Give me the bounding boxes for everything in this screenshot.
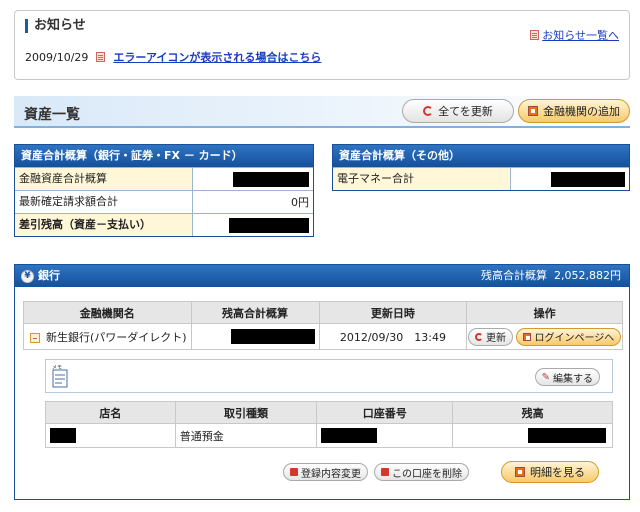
collapse-icon[interactable] [30, 332, 40, 343]
document-icon [96, 52, 106, 62]
column-header: 残高 [452, 401, 613, 424]
login-label: ログインページへ [534, 333, 615, 344]
refresh-all-button[interactable]: 全てを更新 [402, 99, 514, 123]
column-header: 操作 [466, 301, 623, 324]
edit-button[interactable]: ✎ 編集する [534, 368, 600, 386]
arrow-icon [381, 468, 389, 476]
summary-label: 差引残高（資産－支払い） [15, 214, 193, 236]
summary-label: 金融資産合計概算 [15, 168, 193, 190]
change-registration-button[interactable]: 登録内容変更 [283, 463, 368, 481]
change-label: 登録内容変更 [301, 468, 361, 480]
bank-header: ¥ 銀行 残高合計概算 2,052,882円 [15, 265, 629, 287]
login-icon [523, 332, 532, 341]
type-cell: 普通預金 [174, 423, 318, 448]
masked-value [229, 217, 309, 233]
document-icon [530, 30, 540, 40]
notice-title: お知らせ [25, 19, 86, 33]
edit-label: 編集する [553, 373, 593, 385]
refresh-icon [474, 332, 483, 341]
summary-left-header: 資産合計概算（銀行・証券・FX － カード） [15, 145, 313, 167]
login-page-button[interactable]: ログインページへ [516, 327, 622, 346]
summary-value: 0円 [291, 196, 309, 209]
notice-list-link[interactable]: お知らせ一覧へ [530, 27, 619, 43]
summary-row: 差引残高（資産－支払い） [15, 213, 313, 236]
bank-total: 残高合計概算 2,052,882円 [481, 265, 621, 287]
acct-balance-cell [452, 423, 613, 448]
branch-cell [45, 423, 176, 448]
notice-list-link-label: お知らせ一覧へ [542, 29, 619, 42]
view-details-button[interactable]: 明細を見る [501, 461, 599, 483]
bank-section: ¥ 銀行 残高合計概算 2,052,882円 金融機関名 残高合計概算 更新日時… [14, 264, 630, 500]
table-row: 普通預金 [45, 423, 613, 448]
column-header: 取引種類 [174, 401, 318, 424]
arrow-icon [290, 468, 298, 476]
update-button[interactable]: 更新 [467, 327, 513, 346]
delete-account-button[interactable]: この口座を削除 [374, 463, 469, 481]
add-icon [528, 106, 538, 116]
masked-value [528, 428, 606, 443]
summary-right: 資産合計概算（その他） 電子マネー合計 [332, 144, 630, 191]
coin-icon: ¥ [21, 269, 34, 283]
summary-label: 最新確定請求額合計 [15, 191, 193, 213]
add-institution-button[interactable]: 金融機関の追加 [518, 99, 630, 123]
masked-value [551, 171, 625, 187]
institution-name: 新生銀行(パワーダイレクト) [46, 330, 187, 344]
summary-label: 電子マネー合計 [333, 168, 511, 190]
summary-value [193, 168, 313, 190]
notice-date: 2009/10/29 [25, 50, 89, 64]
update-label: 更新 [485, 333, 506, 344]
account-table: 店名 取引種類 口座番号 残高 普通預金 [45, 401, 613, 448]
svg-text:メモ: メモ [52, 365, 62, 371]
actions-cell: 更新 ログインページへ [466, 323, 623, 350]
bank-total-value: 2,052,882円 [554, 269, 621, 282]
summary-right-header: 資産合計概算（その他） [333, 145, 629, 167]
memo-icon: メモ [52, 365, 68, 388]
masked-value [50, 428, 76, 443]
column-header: 残高合計概算 [190, 301, 320, 324]
masked-value [233, 171, 309, 187]
summary-row: 金融資産合計概算 [15, 167, 313, 190]
summary-value [193, 214, 313, 236]
refresh-icon [423, 106, 434, 116]
summary-value [511, 168, 629, 190]
masked-value [321, 428, 378, 443]
detail-label: 明細を見る [530, 466, 585, 479]
assets-title: 資産一覧 [24, 107, 80, 123]
column-header: 更新日時 [318, 301, 468, 324]
memo-box: メモ ✎ 編集する [45, 359, 613, 393]
bank-title: 銀行 [38, 269, 60, 282]
refresh-all-label: 全てを更新 [438, 105, 493, 118]
balance-cell [190, 323, 320, 350]
summary-left: 資産合計概算（銀行・証券・FX － カード） 金融資産合計概算 最新確定請求額合… [14, 144, 314, 237]
account-actions: 登録内容変更 この口座を削除 [283, 463, 469, 481]
masked-value [230, 329, 315, 344]
bank-total-label: 残高合計概算 [481, 269, 548, 282]
column-header: 店名 [45, 401, 176, 424]
pencil-icon: ✎ [541, 371, 550, 383]
notice-item: 2009/10/29 エラーアイコンが表示される場合はこちら [25, 49, 321, 65]
updated-cell: 2012/09/30 13:49 [318, 323, 468, 350]
column-header: 口座番号 [316, 401, 454, 424]
account-number-cell [316, 423, 454, 448]
add-institution-label: 金融機関の追加 [543, 105, 620, 118]
institution-name-cell: 新生銀行(パワーダイレクト) [23, 323, 192, 350]
table-row: 新生銀行(パワーダイレクト) 2012/09/30 13:49 更新 ログインペ… [23, 323, 623, 350]
delete-label: この口座を削除 [392, 468, 462, 480]
column-header: 金融機関名 [23, 301, 192, 324]
bank-table: 金融機関名 残高合計概算 更新日時 操作 新生銀行(パワーダイレクト) 2012… [23, 301, 623, 350]
detail-icon [515, 467, 525, 477]
summary-row: 電子マネー合計 [333, 167, 629, 190]
summary-row: 最新確定請求額合計 0円 [15, 190, 313, 213]
notice-box: お知らせ お知らせ一覧へ 2009/10/29 エラーアイコンが表示される場合は… [14, 10, 630, 80]
notice-link[interactable]: エラーアイコンが表示される場合はこちら [113, 49, 321, 65]
